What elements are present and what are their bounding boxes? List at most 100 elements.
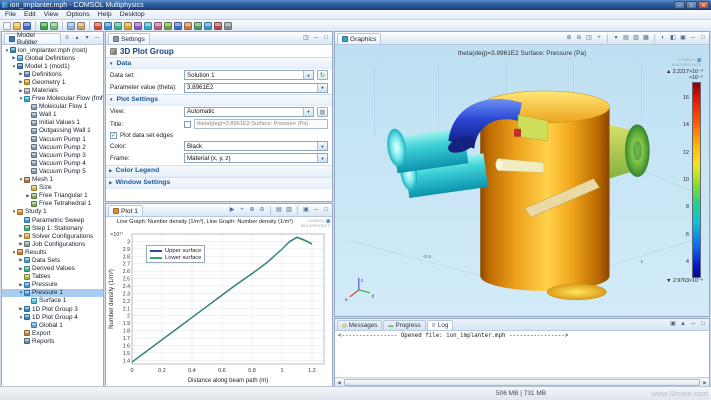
tree-item[interactable]: Parametric Sweep bbox=[2, 216, 103, 224]
minimize-button[interactable]: ─ bbox=[674, 1, 685, 9]
tree-item[interactable]: ▶Global Definitions bbox=[2, 54, 103, 62]
tab-messages[interactable]: ▤Messages bbox=[337, 320, 382, 330]
zoom-extents-icon[interactable]: + bbox=[595, 34, 603, 43]
tree-item[interactable]: Vacuum Pump 3 bbox=[2, 151, 103, 159]
undo-icon[interactable] bbox=[40, 22, 48, 30]
image-snapshot-icon[interactable]: ▣ bbox=[302, 206, 310, 215]
tree-item[interactable]: ▶Data Sets bbox=[2, 256, 103, 264]
layout-icon[interactable] bbox=[224, 22, 232, 30]
tree-item[interactable]: Global 1 bbox=[2, 321, 103, 329]
menu-help[interactable]: Help bbox=[98, 11, 112, 18]
toolbar-menu-icon[interactable]: ≡ bbox=[63, 34, 71, 43]
chevron-down-icon[interactable]: ▼ bbox=[317, 84, 327, 92]
scroll-left-icon[interactable]: ◀ bbox=[335, 379, 343, 386]
section-color-legend[interactable]: ▶ Color Legend bbox=[106, 165, 332, 177]
minimize-panel-icon[interactable]: ─ bbox=[312, 34, 320, 43]
menu-options[interactable]: Options bbox=[66, 11, 89, 18]
tree-item[interactable]: Reports bbox=[2, 337, 103, 345]
view-select[interactable]: Automatic ▼ bbox=[184, 107, 314, 117]
zoom-extents-icon[interactable]: + bbox=[238, 206, 246, 215]
scene-light-icon[interactable]: ◐ bbox=[659, 34, 667, 43]
scrollbar-thumb[interactable] bbox=[344, 379, 700, 386]
tree-item[interactable]: Outgassing Wall 1 bbox=[2, 127, 103, 135]
new-icon[interactable] bbox=[3, 22, 11, 30]
zoom-box-icon[interactable]: ◳ bbox=[585, 34, 593, 43]
title-checkbox[interactable] bbox=[184, 121, 191, 128]
maximize-panel-icon[interactable]: □ bbox=[322, 34, 330, 43]
tree-item[interactable]: ▶Free Triangular 1 bbox=[2, 192, 103, 200]
open-icon[interactable] bbox=[13, 22, 21, 30]
menu-file[interactable]: File bbox=[5, 11, 16, 18]
tree-item[interactable]: Free Tetrahedral 1 bbox=[2, 200, 103, 208]
minimize-panel-icon[interactable]: ─ bbox=[689, 320, 697, 329]
tree-item[interactable]: Size bbox=[2, 184, 103, 192]
settings-tab[interactable]: Settings bbox=[108, 33, 150, 44]
plot-icon[interactable]: ▶ bbox=[228, 206, 236, 215]
physics-icon[interactable] bbox=[154, 22, 162, 30]
dataset-select[interactable]: Solution 1 ▼ bbox=[184, 70, 314, 80]
chevron-down-icon[interactable]: ▼ bbox=[317, 142, 327, 150]
plot-dataset-edges-checkbox[interactable]: ✓ bbox=[110, 132, 117, 139]
tree-item[interactable]: ▼Model 1 (mod1) bbox=[2, 62, 103, 70]
minimize-panel-icon[interactable]: ─ bbox=[93, 34, 101, 43]
menu-edit[interactable]: Edit bbox=[24, 11, 36, 18]
paste-icon[interactable] bbox=[77, 22, 85, 30]
view-front-icon[interactable]: ▥ bbox=[632, 34, 640, 43]
redo-icon[interactable] bbox=[50, 22, 58, 30]
zoom-out-icon[interactable]: ⊖ bbox=[575, 34, 583, 43]
plot-icon[interactable] bbox=[124, 22, 132, 30]
tree-item[interactable]: Tables bbox=[2, 273, 103, 281]
tree-item[interactable]: Vacuum Pump 2 bbox=[2, 143, 103, 151]
tree-item[interactable]: Initial Values 1 bbox=[2, 119, 103, 127]
section-window-settings[interactable]: ▶ Window Settings bbox=[106, 177, 332, 189]
tree-item[interactable]: ▶Solver Configurations bbox=[2, 232, 103, 240]
view-top-icon[interactable]: ▤ bbox=[622, 34, 630, 43]
tree-item[interactable]: Vacuum Pump 4 bbox=[2, 159, 103, 167]
tree-item[interactable]: ▶Materials bbox=[2, 86, 103, 94]
minimize-panel-icon[interactable]: ─ bbox=[689, 34, 697, 43]
expand-all-icon[interactable]: ▾ bbox=[83, 34, 91, 43]
graphics-canvas[interactable]: theta(deg)=3.8961E2 Surface: Pressure (P… bbox=[335, 45, 709, 316]
y-log-scale-icon[interactable]: ▥ bbox=[285, 206, 293, 215]
warning-icon[interactable]: ▲ bbox=[679, 320, 687, 329]
tab-log[interactable]: ≣Log bbox=[427, 320, 454, 330]
material-icon[interactable] bbox=[144, 22, 152, 30]
section-data[interactable]: ▼ Data bbox=[106, 57, 332, 69]
tree-item[interactable]: ▶Job Configurations bbox=[2, 240, 103, 248]
view-right-icon[interactable]: ▦ bbox=[642, 34, 650, 43]
maximize-panel-icon[interactable]: □ bbox=[699, 34, 707, 43]
tree-item[interactable]: ▼Study 1 bbox=[2, 208, 103, 216]
tree-item[interactable]: Surface 1 bbox=[2, 297, 103, 305]
detach-panel-icon[interactable]: ◳ bbox=[302, 34, 310, 43]
tree-item[interactable]: Vacuum Pump 5 bbox=[2, 167, 103, 175]
title-field[interactable]: theta(deg)=3.8961E2 Surface: Pressure (P… bbox=[194, 119, 328, 129]
menu-desktop[interactable]: Desktop bbox=[120, 11, 145, 18]
close-button[interactable]: ✕ bbox=[698, 1, 709, 9]
tree-item[interactable]: ▼Mesh 1 bbox=[2, 176, 103, 184]
maximize-button[interactable]: □ bbox=[686, 1, 697, 9]
view-settings-button[interactable]: ▦ bbox=[317, 107, 328, 117]
tree-item[interactable]: ▼Free Molecular Flow (fmf) bbox=[2, 95, 103, 103]
copy-icon[interactable] bbox=[67, 22, 75, 30]
compute-icon[interactable] bbox=[114, 22, 122, 30]
parameter-value-select[interactable]: 3.8961E2 ▼ bbox=[184, 83, 328, 93]
frame-select[interactable]: Material (x, y, z) ▼ bbox=[184, 153, 328, 163]
menu-view[interactable]: View bbox=[44, 11, 59, 18]
tree-item[interactable]: ▼Results bbox=[2, 248, 103, 256]
maximize-panel-icon[interactable]: □ bbox=[699, 320, 707, 329]
tree-item[interactable]: Vacuum Pump 1 bbox=[2, 135, 103, 143]
tree-item[interactable]: ▶1D Plot Group 3 bbox=[2, 305, 103, 313]
chevron-down-icon[interactable]: ▼ bbox=[317, 154, 327, 162]
x-log-scale-icon[interactable]: ▤ bbox=[275, 206, 283, 215]
transparency-icon[interactable]: ◧ bbox=[669, 34, 677, 43]
tree-item[interactable]: Molecular Flow 1 bbox=[2, 103, 103, 111]
tree-item[interactable]: ▶Derived Values bbox=[2, 265, 103, 273]
tab-progress[interactable]: ▬Progress bbox=[383, 320, 425, 330]
horizontal-scrollbar[interactable]: ◀ ▶ bbox=[335, 377, 709, 386]
plot1-tab[interactable]: Plot 1 bbox=[108, 205, 143, 216]
clear-log-icon[interactable]: ▣ bbox=[669, 320, 677, 329]
graphics-tab[interactable]: Graphics bbox=[337, 33, 381, 44]
collapse-all-icon[interactable]: ▴ bbox=[73, 34, 81, 43]
go-to-default-view-icon[interactable]: ▾ bbox=[612, 34, 620, 43]
study-icon[interactable] bbox=[164, 22, 172, 30]
